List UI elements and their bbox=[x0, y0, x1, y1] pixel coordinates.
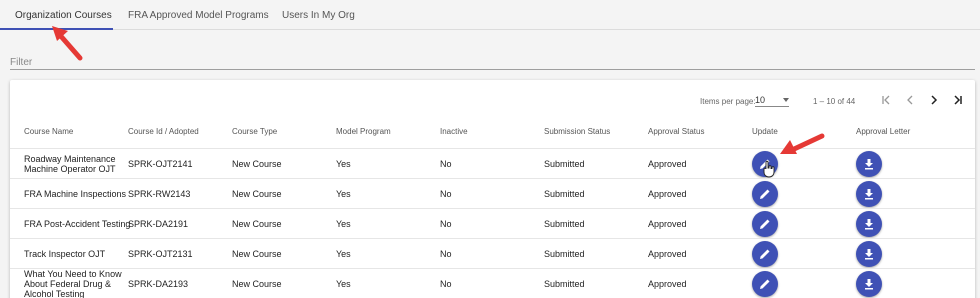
items-per-page-label: Items per page: bbox=[700, 97, 756, 106]
download-approval-letter-button[interactable] bbox=[856, 271, 882, 297]
course-id-cell: SPRK-RW2143 bbox=[128, 189, 191, 199]
row-divider bbox=[10, 268, 975, 269]
course-name-cell: What You Need to Know About Federal Drug… bbox=[24, 269, 122, 298]
update-button[interactable] bbox=[752, 271, 778, 297]
pencil-icon bbox=[760, 279, 770, 289]
update-button[interactable] bbox=[752, 211, 778, 237]
row-divider bbox=[10, 208, 975, 209]
model-program-cell: Yes bbox=[336, 189, 351, 199]
column-header-course-name: Course Name bbox=[24, 127, 74, 136]
model-program-cell: Yes bbox=[336, 159, 351, 169]
pencil-icon bbox=[760, 159, 770, 169]
approval-status-cell: Approved bbox=[648, 159, 687, 169]
download-approval-letter-button[interactable] bbox=[856, 211, 882, 237]
last-page-icon bbox=[954, 95, 962, 105]
inactive-cell: No bbox=[440, 159, 452, 169]
course-id-cell: SPRK-OJT2141 bbox=[128, 159, 193, 169]
course-name-cell: Roadway Maintenance Machine Operator OJT bbox=[24, 154, 116, 174]
column-header-inactive: Inactive bbox=[440, 127, 468, 136]
submission-status-cell: Submitted bbox=[544, 159, 585, 169]
column-header-approval-status: Approval Status bbox=[648, 127, 705, 136]
column-header-model-program: Model Program bbox=[336, 127, 391, 136]
chevron-left-icon bbox=[907, 95, 913, 105]
course-id-cell: SPRK-OJT2131 bbox=[128, 249, 193, 259]
course-type-cell: New Course bbox=[232, 279, 282, 289]
course-type-cell: New Course bbox=[232, 249, 282, 259]
row-divider bbox=[10, 178, 975, 179]
column-header-approval-letter: Approval Letter bbox=[856, 127, 911, 136]
tab-bar: Organization Courses FRA Approved Model … bbox=[0, 0, 980, 30]
submission-status-cell: Submitted bbox=[544, 279, 585, 289]
inactive-cell: No bbox=[440, 189, 452, 199]
update-button[interactable] bbox=[752, 241, 778, 267]
items-per-page-value: 10 bbox=[755, 95, 766, 105]
download-approval-letter-button[interactable] bbox=[856, 151, 882, 177]
column-header-update: Update bbox=[752, 127, 778, 136]
submission-status-cell: Submitted bbox=[544, 189, 585, 199]
update-button[interactable] bbox=[752, 181, 778, 207]
column-header-course-type: Course Type bbox=[232, 127, 278, 136]
pencil-icon bbox=[760, 219, 770, 229]
course-name-cell: Track Inspector OJT bbox=[24, 249, 106, 259]
tab-organization-courses[interactable]: Organization Courses bbox=[15, 10, 112, 21]
page-range-label: 1 – 10 of 44 bbox=[813, 97, 856, 106]
inactive-cell: No bbox=[440, 249, 452, 259]
model-program-cell: Yes bbox=[336, 279, 351, 289]
course-type-cell: New Course bbox=[232, 189, 282, 199]
last-page-button[interactable] bbox=[949, 92, 967, 110]
active-tab-indicator bbox=[0, 28, 113, 30]
inactive-cell: No bbox=[440, 279, 452, 289]
first-page-button[interactable] bbox=[877, 92, 895, 110]
approval-status-cell: Approved bbox=[648, 249, 687, 259]
pencil-icon bbox=[760, 249, 770, 259]
column-header-course-id: Course Id / Adopted bbox=[128, 127, 199, 136]
download-approval-letter-button[interactable] bbox=[856, 181, 882, 207]
model-program-cell: Yes bbox=[336, 249, 351, 259]
courses-table-card: Items per page: 10 1 – 10 of 44 Course N… bbox=[10, 80, 975, 298]
download-icon bbox=[865, 249, 873, 260]
download-icon bbox=[865, 219, 873, 230]
inactive-cell: No bbox=[440, 219, 452, 229]
pencil-icon bbox=[760, 189, 770, 199]
filter-input[interactable] bbox=[10, 55, 975, 68]
approval-status-cell: Approved bbox=[648, 189, 687, 199]
download-icon bbox=[865, 159, 873, 170]
column-header-submission-status: Submission Status bbox=[544, 127, 611, 136]
download-icon bbox=[865, 189, 873, 200]
previous-page-button[interactable] bbox=[901, 92, 919, 110]
course-id-cell: SPRK-DA2193 bbox=[128, 279, 189, 289]
course-name-cell: FRA Machine Inspections bbox=[24, 189, 127, 199]
next-page-button[interactable] bbox=[925, 92, 943, 110]
course-id-cell: SPRK-DA2191 bbox=[128, 219, 189, 229]
first-page-icon bbox=[882, 95, 890, 105]
course-type-cell: New Course bbox=[232, 219, 282, 229]
approval-status-cell: Approved bbox=[648, 219, 687, 229]
tab-fra-approved-model-programs[interactable]: FRA Approved Model Programs bbox=[128, 10, 269, 21]
filter-field[interactable] bbox=[10, 52, 975, 70]
tab-users-in-my-org[interactable]: Users In My Org bbox=[282, 10, 355, 21]
download-icon bbox=[865, 279, 873, 290]
model-program-cell: Yes bbox=[336, 219, 351, 229]
items-per-page-select[interactable]: 10 bbox=[755, 93, 789, 107]
chevron-down-icon bbox=[783, 98, 789, 102]
course-name-cell: FRA Post-Accident Testing bbox=[24, 219, 131, 229]
submission-status-cell: Submitted bbox=[544, 249, 585, 259]
row-divider bbox=[10, 238, 975, 239]
download-approval-letter-button[interactable] bbox=[856, 241, 882, 267]
submission-status-cell: Submitted bbox=[544, 219, 585, 229]
approval-status-cell: Approved bbox=[648, 279, 687, 289]
chevron-right-icon bbox=[931, 95, 938, 105]
update-button[interactable] bbox=[752, 151, 778, 177]
header-divider bbox=[10, 148, 975, 149]
course-type-cell: New Course bbox=[232, 159, 282, 169]
